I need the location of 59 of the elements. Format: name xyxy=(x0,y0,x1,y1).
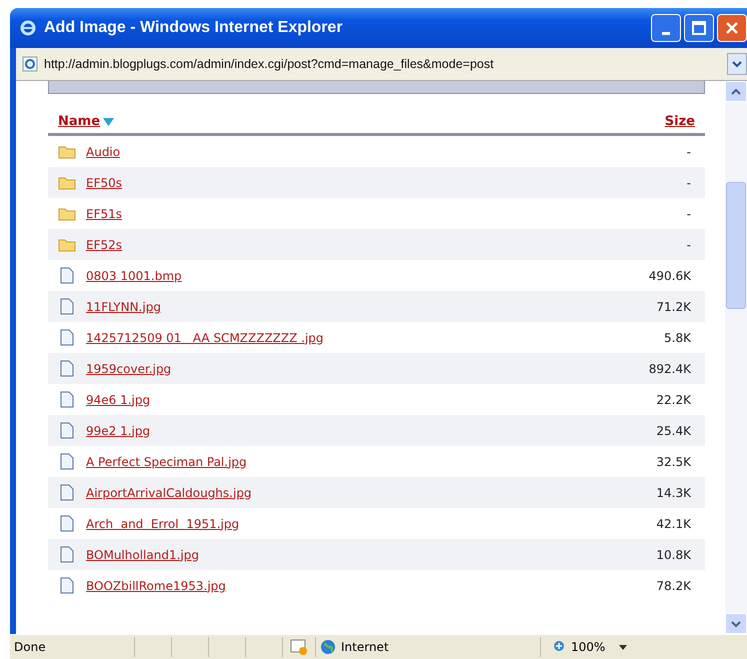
zoom-in-icon xyxy=(553,640,567,654)
file-size: 78.2K xyxy=(656,578,691,592)
file-link[interactable]: EF51s xyxy=(86,206,687,220)
file-link[interactable]: 99e2 1.jpg xyxy=(86,424,656,438)
file-size: 32.5K xyxy=(656,454,691,468)
security-warning-icon xyxy=(290,639,308,655)
maximize-icon xyxy=(692,21,706,35)
file-link[interactable]: 1425712509 01 AA SCMZZZZZZZ .jpg xyxy=(86,330,664,344)
globe-icon xyxy=(320,639,336,655)
browser-logo-icon xyxy=(18,18,38,38)
file-link[interactable]: Arch and Errol 1951.jpg xyxy=(86,516,656,530)
file-link[interactable]: A Perfect Speciman Pal.jpg xyxy=(86,454,656,468)
file-link[interactable]: EF52s xyxy=(86,238,687,252)
file-link[interactable]: Audio xyxy=(86,144,687,158)
file-link[interactable]: 0803 1001.bmp xyxy=(86,268,649,282)
minimize-icon xyxy=(662,32,670,34)
file-link[interactable]: BOOZbillRome1953.jpg xyxy=(86,578,656,592)
file-size: 490.6K xyxy=(648,268,691,282)
file-link[interactable]: BOMulholland1.jpg xyxy=(86,548,656,562)
file-size: 71.2K xyxy=(656,300,691,314)
zoom-button[interactable]: 100% xyxy=(553,640,606,654)
close-icon xyxy=(725,21,739,35)
address-bar[interactable]: http://admin.blogplugs.com/admin/index.cgi/post?cmd=manage_files&mode=post xyxy=(16,48,747,81)
sort-descending-icon xyxy=(103,118,114,126)
file-size: 892.4K xyxy=(648,362,691,376)
file-size: 5.8K xyxy=(664,330,691,344)
scroll-down-button[interactable] xyxy=(725,613,747,634)
column-header[interactable]: Name xyxy=(58,114,114,129)
scrollbar[interactable] xyxy=(725,81,747,634)
file-size: 10.8K xyxy=(656,548,691,562)
window-title: Add Image - Windows Internet Explorer xyxy=(44,19,344,37)
maximize-button[interactable] xyxy=(684,14,714,42)
status-text: Done xyxy=(13,640,47,654)
scroll-thumb[interactable] xyxy=(726,182,746,309)
file-size: - xyxy=(686,144,691,158)
chevron-down-icon xyxy=(732,60,742,68)
file-link[interactable]: AirportArrivalCaldoughs.jpg xyxy=(86,486,656,500)
column-header[interactable]: Size xyxy=(664,114,695,129)
zone-text: Internet xyxy=(341,640,389,654)
close-button[interactable] xyxy=(717,14,747,42)
file-link[interactable]: 94e6 1.jpg xyxy=(86,392,656,406)
file-size: 42.1K xyxy=(656,516,691,530)
file-size: - xyxy=(686,238,691,252)
dropdown-button[interactable] xyxy=(727,53,747,75)
file-link[interactable]: EF50s xyxy=(86,176,687,190)
scroll-up-button[interactable] xyxy=(725,81,747,102)
chevron-down-icon xyxy=(731,620,741,628)
file-link[interactable]: 1959cover.jpg xyxy=(86,362,649,376)
file-link[interactable]: 11FLYNN.jpg xyxy=(86,300,656,314)
minimize-button[interactable] xyxy=(651,14,681,42)
file-size: 14.3K xyxy=(656,486,691,500)
file-size: - xyxy=(686,206,691,220)
file-size: 22.2K xyxy=(656,392,691,406)
file-size: - xyxy=(686,176,691,190)
url-text: http://admin.blogplugs.com/admin/index.cgi/post?cmd=manage_files&mode=post xyxy=(44,57,495,71)
chevron-up-icon xyxy=(731,88,741,96)
caret-icon xyxy=(619,644,628,650)
page-icon xyxy=(22,56,38,72)
file-size: 25.4K xyxy=(656,424,691,438)
